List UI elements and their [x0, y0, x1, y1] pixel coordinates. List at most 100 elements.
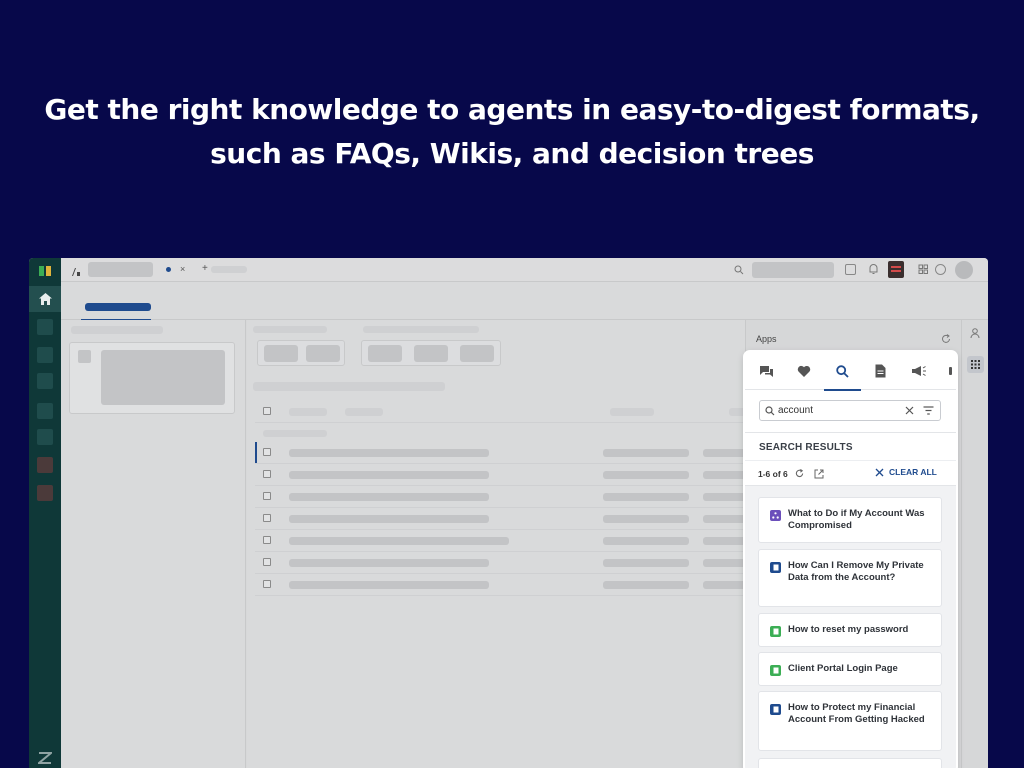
nav-item[interactable]	[37, 429, 53, 445]
sidebar-card[interactable]	[69, 342, 235, 414]
result-item[interactable]: Client Portal Login Page	[758, 652, 942, 686]
nav-item[interactable]	[37, 347, 53, 363]
search-results-list: What to Do if My Account Was Compromised…	[745, 486, 956, 768]
close-tab-icon[interactable]: ×	[180, 264, 185, 274]
nav-item[interactable]	[37, 319, 53, 335]
clear-search-icon[interactable]	[905, 406, 914, 415]
ticket-tab[interactable]	[88, 262, 153, 277]
row-checkbox[interactable]	[263, 580, 271, 588]
apps-grid-icon[interactable]	[918, 264, 929, 275]
row-requester	[603, 471, 689, 479]
card-content	[101, 350, 225, 405]
filter-icon[interactable]	[923, 406, 934, 415]
result-item[interactable]	[758, 758, 942, 768]
knowledge-app-icon[interactable]	[888, 261, 904, 278]
result-item[interactable]: How to Protect my Financial Account From…	[758, 691, 942, 751]
row-checkbox[interactable]	[263, 558, 271, 566]
nav-item[interactable]	[37, 373, 53, 389]
result-title: How to Protect my Financial Account From…	[788, 702, 925, 725]
context-rail	[961, 320, 988, 768]
sidebar-heading	[71, 326, 163, 334]
card-icon	[78, 350, 91, 363]
refresh-apps-icon[interactable]	[941, 334, 951, 344]
help-icon[interactable]	[935, 264, 946, 275]
refresh-icon[interactable]	[795, 469, 804, 478]
result-item[interactable]: How Can I Remove My Private Data from th…	[758, 549, 942, 607]
filter-button[interactable]	[264, 345, 298, 362]
table-row[interactable]	[255, 508, 763, 530]
tab-announcements[interactable]	[900, 352, 937, 390]
column-header[interactable]	[345, 408, 383, 416]
tab-favorites[interactable]	[785, 352, 822, 390]
more-tabs-indicator[interactable]	[949, 367, 952, 375]
column-header[interactable]	[610, 408, 654, 416]
apps-rail-button[interactable]	[967, 356, 984, 373]
nav-app-item[interactable]	[37, 485, 53, 501]
filter-button[interactable]	[460, 345, 494, 362]
row-subject	[289, 559, 489, 567]
table-row[interactable]	[255, 464, 763, 486]
row-subject	[289, 515, 489, 523]
tab-conversations[interactable]	[748, 352, 785, 390]
product-logo-icon	[39, 266, 51, 276]
table-row[interactable]	[255, 552, 763, 574]
row-checkbox[interactable]	[263, 448, 271, 456]
top-bar: × +	[61, 258, 988, 282]
search-input[interactable]	[778, 403, 898, 418]
filter-button[interactable]	[368, 345, 402, 362]
row-requester	[603, 449, 689, 457]
table-row[interactable]	[255, 530, 763, 552]
chat-icon	[760, 365, 773, 377]
tab-documents[interactable]	[862, 352, 899, 390]
table-row[interactable]	[255, 574, 763, 596]
group-label	[263, 430, 327, 437]
result-item[interactable]: What to Do if My Account Was Compromised	[758, 497, 942, 543]
list-toolbar	[253, 382, 445, 391]
row-subject	[289, 537, 509, 545]
views-tab-active[interactable]	[85, 303, 151, 311]
filter-button[interactable]	[414, 345, 448, 362]
result-title: How to reset my password	[788, 624, 909, 635]
apps-sidebar-title: Apps	[756, 334, 777, 344]
result-title: How Can I Remove My Private Data from th…	[788, 560, 924, 583]
knowledge-search-field[interactable]	[759, 400, 941, 421]
filter-group-2	[361, 340, 501, 366]
table-row[interactable]	[255, 486, 763, 508]
nav-item[interactable]	[37, 403, 53, 419]
home-nav-button[interactable]	[29, 286, 61, 312]
tab-search[interactable]	[824, 352, 861, 391]
row-checkbox[interactable]	[263, 536, 271, 544]
clear-all-button[interactable]: CLEAR ALL	[875, 467, 937, 477]
result-item[interactable]: How to reset my password	[758, 613, 942, 647]
filter-group-1	[257, 340, 345, 366]
user-profile-icon[interactable]	[970, 328, 980, 339]
zendesk-logo-icon	[38, 752, 52, 764]
search-icon	[836, 364, 849, 378]
row-checkbox[interactable]	[263, 470, 271, 478]
filter-button[interactable]	[306, 345, 340, 362]
headline: Get the right knowledge to agents in eas…	[0, 88, 1024, 176]
faq-icon	[770, 562, 781, 573]
views-header	[61, 282, 988, 321]
workspace-icon	[71, 264, 80, 276]
user-avatar[interactable]	[955, 261, 973, 279]
search-icon[interactable]	[734, 265, 744, 275]
decision-tree-icon	[770, 510, 781, 521]
table-row[interactable]	[255, 442, 763, 464]
notifications-icon[interactable]	[868, 263, 879, 275]
select-all-checkbox[interactable]	[263, 407, 271, 415]
results-toolbar: 1-6 of 6 CLEAR ALL	[745, 460, 956, 486]
add-tab-icon[interactable]: +	[202, 263, 208, 274]
row-subject	[289, 581, 489, 589]
row-checkbox[interactable]	[263, 492, 271, 500]
column-header[interactable]	[289, 408, 327, 416]
faq-icon	[770, 704, 781, 715]
row-checkbox[interactable]	[263, 514, 271, 522]
open-external-icon[interactable]	[814, 469, 824, 479]
conversations-icon[interactable]	[845, 264, 856, 275]
close-icon	[875, 468, 884, 476]
nav-app-item[interactable]	[37, 457, 53, 473]
panel-tabs	[745, 352, 956, 391]
global-search-field[interactable]	[752, 262, 834, 278]
results-count: 1-6 of 6	[758, 469, 788, 479]
